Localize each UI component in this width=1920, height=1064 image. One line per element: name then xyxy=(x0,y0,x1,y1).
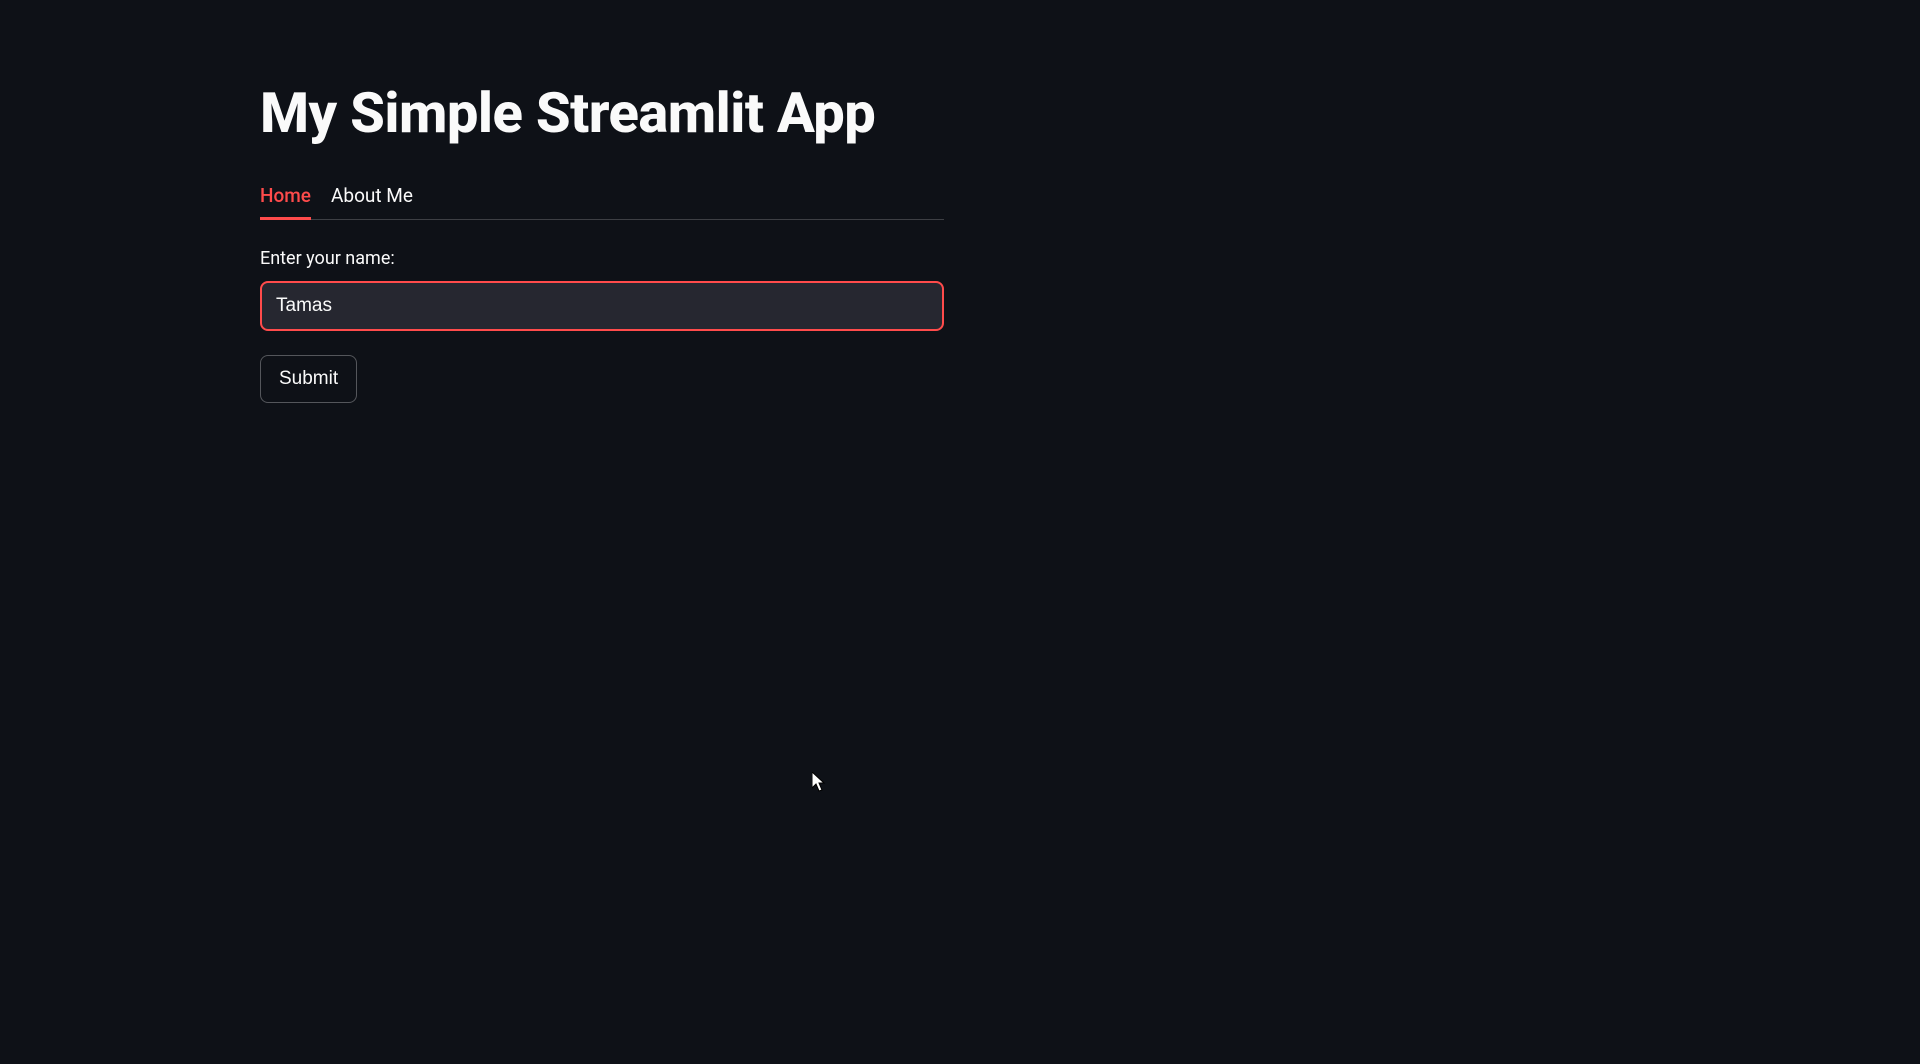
tabs-container: Home About Me xyxy=(260,184,944,220)
cursor-icon xyxy=(812,772,828,794)
name-input-label: Enter your name: xyxy=(260,248,944,269)
tab-about-me[interactable]: About Me xyxy=(331,184,413,220)
name-input[interactable] xyxy=(260,281,944,331)
tab-home[interactable]: Home xyxy=(260,184,311,220)
page-title: My Simple Streamlit App xyxy=(260,80,944,146)
submit-button[interactable]: Submit xyxy=(260,355,357,403)
